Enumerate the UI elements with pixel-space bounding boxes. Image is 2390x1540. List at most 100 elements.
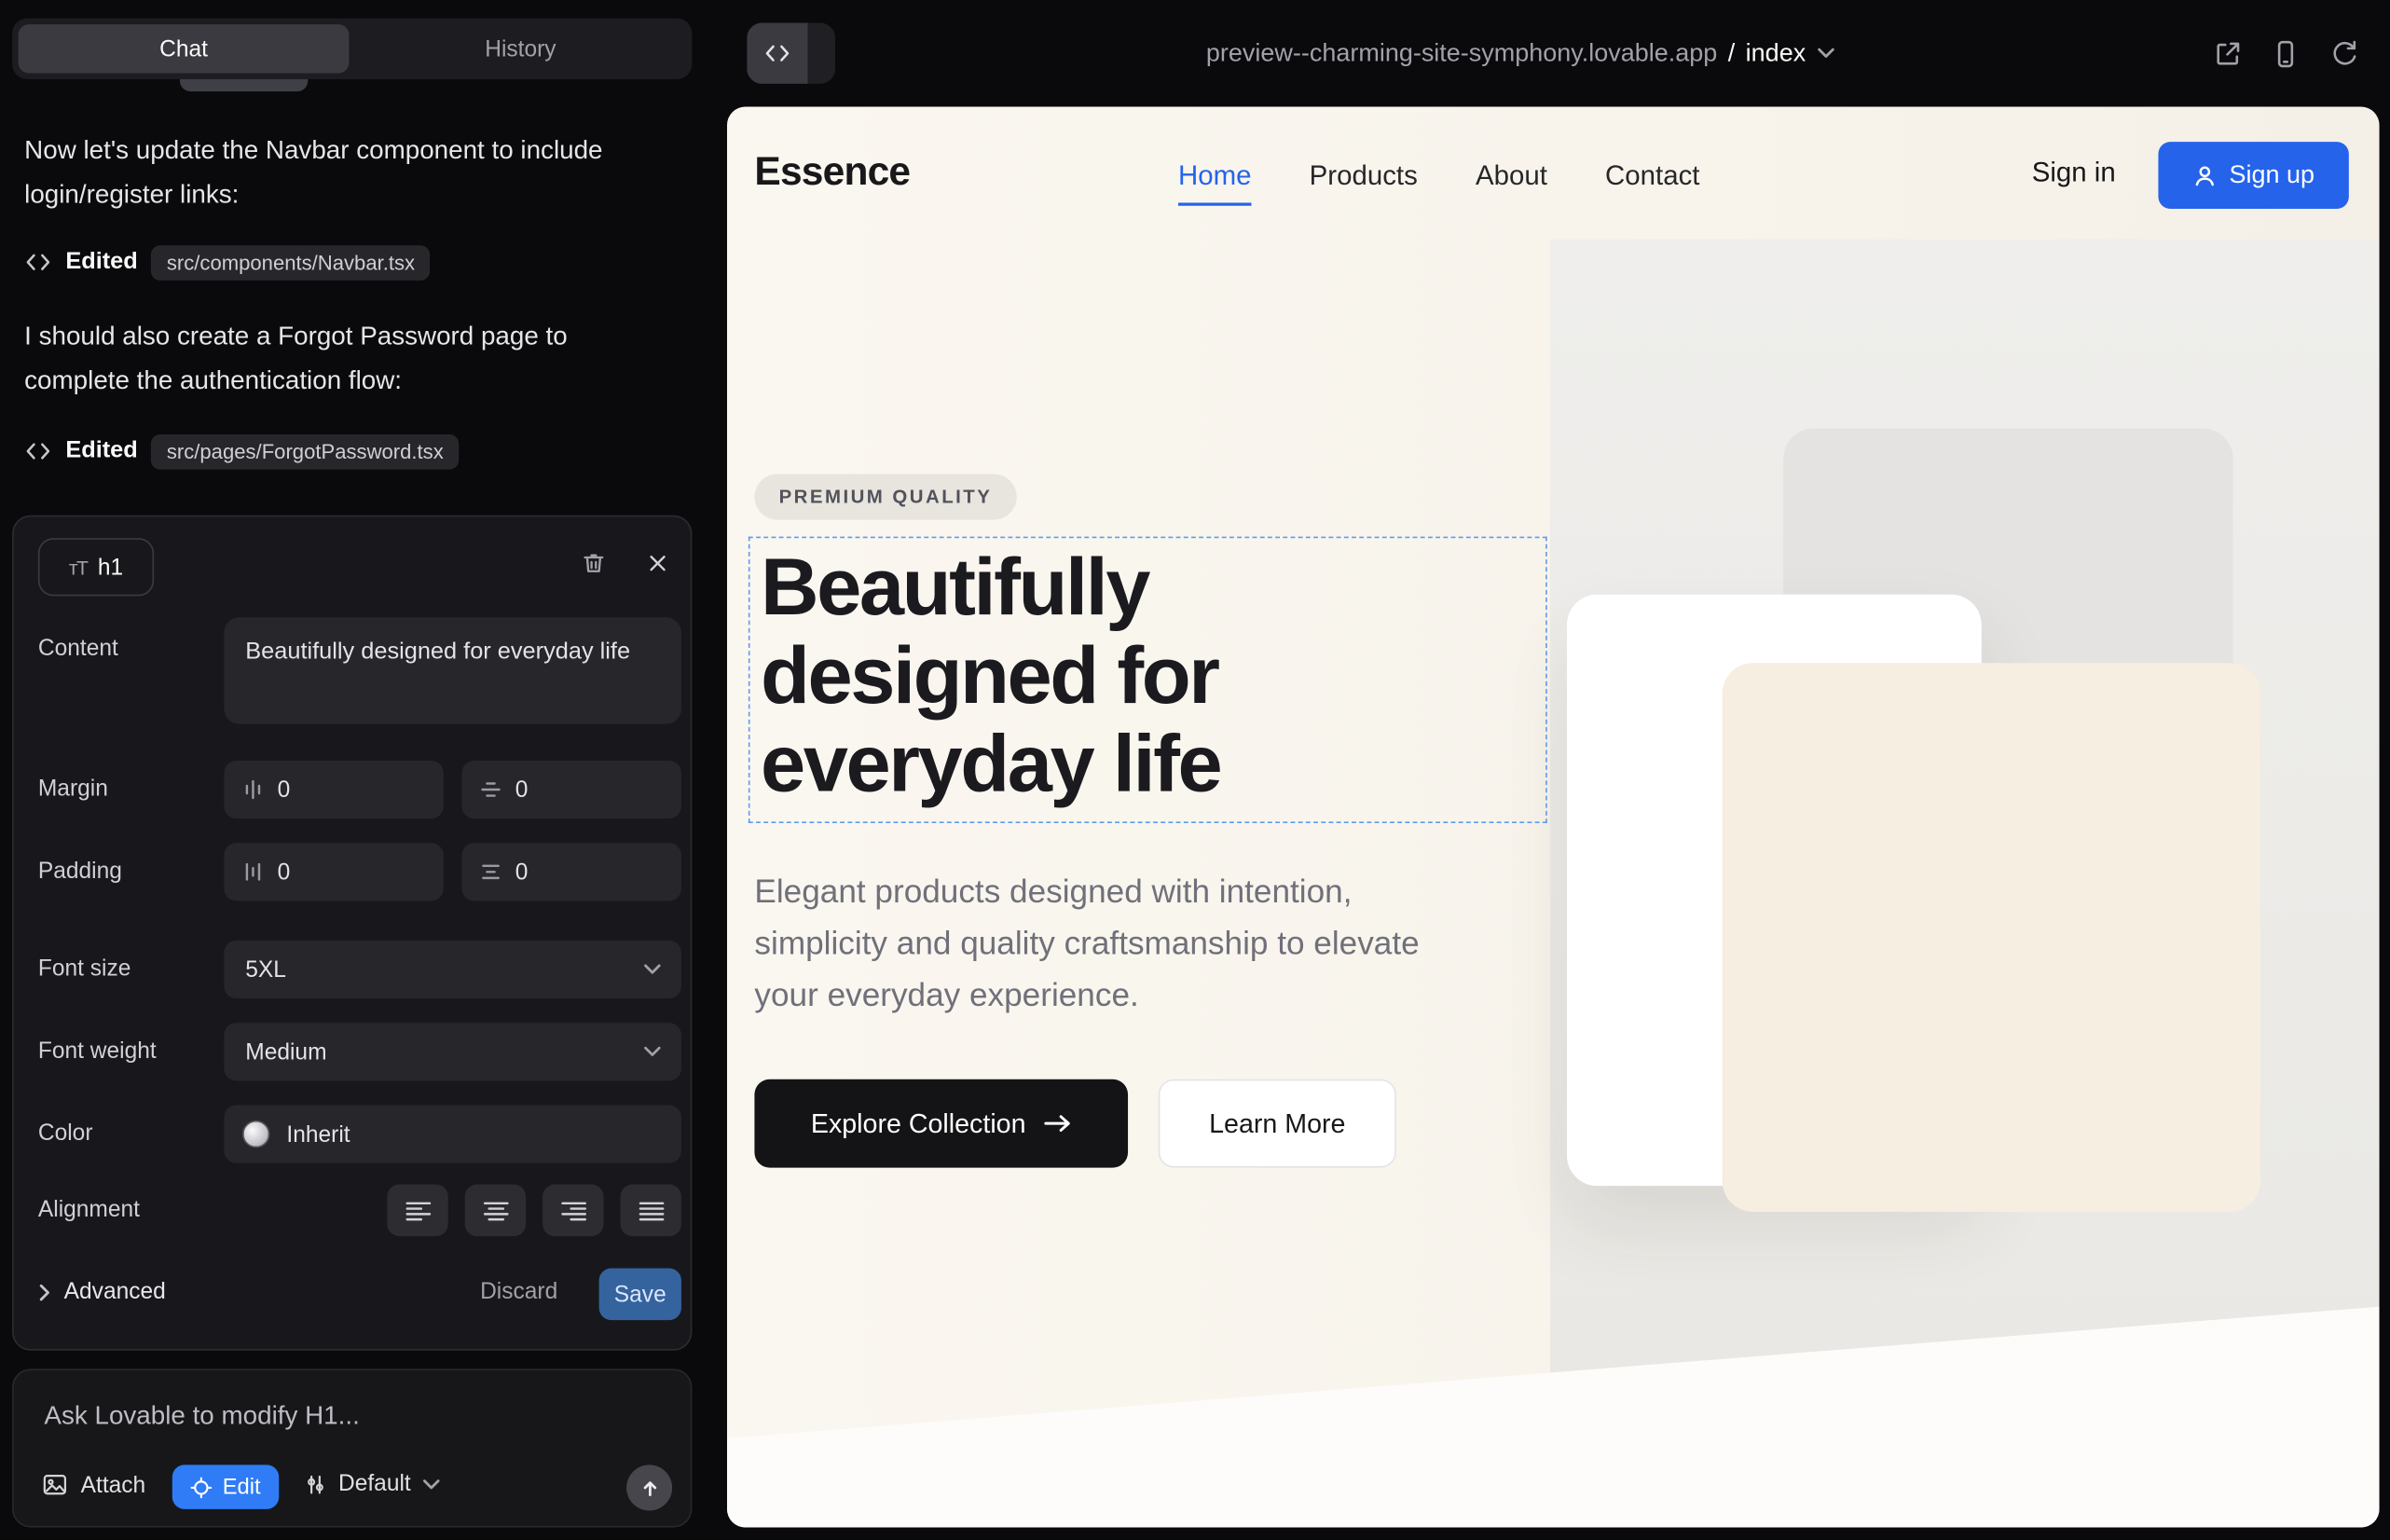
chevron-down-icon [643,963,662,975]
sign-up-label: Sign up [2230,161,2315,190]
font-weight-select[interactable]: Medium [224,1023,681,1080]
preview-panel: preview--charming-site-symphony.lovable.… [727,0,2390,1540]
color-label: Color [38,1121,93,1147]
discard-button[interactable]: Discard [480,1279,557,1305]
color-swatch [242,1121,269,1148]
edited-file-row: Edited src/pages/ForgotPassword.tsx [24,432,459,472]
content-input[interactable]: Beautifully designed for everyday life [224,617,681,723]
align-center-icon [483,1201,509,1220]
align-left-icon [405,1201,431,1220]
margin-vertical-value: 0 [278,777,291,803]
align-center-button[interactable] [465,1185,526,1237]
margin-label: Margin [38,776,108,802]
sign-up-button[interactable]: Sign up [2158,142,2348,209]
file-chip[interactable]: src/pages/ForgotPassword.tsx [151,433,459,469]
selected-h1-outline[interactable]: Beautifully designed for everyday life [749,537,1547,823]
chat-history-tabbar: Chat History [12,19,692,79]
code-view-toggle[interactable] [747,23,835,84]
mobile-icon[interactable] [2270,38,2301,70]
user-icon [2192,164,2216,187]
font-size-label: Font size [38,956,131,982]
chat-panel: Chat History Now let's update the Navbar… [0,0,725,1540]
site-preview: Essence Home Products About Contact Sign… [727,106,2380,1527]
padding-vertical-value: 0 [278,859,291,885]
chat-message: I should also create a Forgot Password p… [24,314,603,403]
align-justify-button[interactable] [621,1185,681,1237]
margin-vertical-input[interactable]: 0 [224,761,443,818]
site-logo[interactable]: Essence [754,148,910,196]
color-select[interactable]: Inherit [224,1106,681,1163]
nav-link-home[interactable]: Home [1178,159,1252,205]
learn-more-button[interactable]: Learn More [1159,1079,1396,1168]
font-weight-value: Medium [245,1038,326,1065]
url-bar[interactable]: preview--charming-site-symphony.lovable.… [833,0,2206,106]
edited-label: Edited [65,437,137,464]
explore-collection-button[interactable]: Explore Collection [754,1079,1128,1168]
code-icon [24,437,51,464]
lovable-app: Chat History Now let's update the Navbar… [0,0,2390,1540]
color-value: Inherit [286,1121,350,1148]
advanced-toggle[interactable]: Advanced [38,1279,166,1305]
composer[interactable]: Ask Lovable to modify H1... Attach Edit … [12,1368,692,1527]
code-icon [24,249,51,276]
chevron-down-icon [643,1046,662,1058]
file-chip[interactable]: src/components/Navbar.tsx [151,244,430,280]
default-label: Default [338,1471,411,1497]
hero-heading[interactable]: Beautifully designed for everyday life [750,538,1340,809]
nav-link-products[interactable]: Products [1310,159,1418,191]
refresh-icon[interactable] [2328,38,2359,70]
text-size-icon: тT [69,556,87,579]
toolbar-actions [2212,38,2360,70]
send-button[interactable] [626,1464,672,1510]
margin-horizontal-icon [480,779,501,801]
hero-paragraph: Elegant products designed with intention… [754,866,1474,1022]
align-left-button[interactable] [387,1185,447,1237]
margin-horizontal-input[interactable]: 0 [461,761,680,818]
font-size-select[interactable]: 5XL [224,941,681,998]
align-right-button[interactable] [543,1185,603,1237]
url-page: index [1746,39,1806,68]
padding-vertical-icon [242,861,264,883]
model-default-select[interactable]: Default [303,1471,439,1497]
chevron-down-icon [1817,48,1835,60]
trash-icon [579,548,608,577]
padding-horizontal-input[interactable]: 0 [461,843,680,901]
nav-link-contact[interactable]: Contact [1605,159,1699,191]
padding-label: Padding [38,859,122,885]
alignment-label: Alignment [38,1197,140,1223]
attach-button[interactable]: Attach [41,1471,145,1498]
margin-horizontal-value: 0 [515,777,529,803]
padding-vertical-input[interactable]: 0 [224,843,443,901]
margin-vertical-icon [242,779,264,801]
url-separator: / [1728,39,1736,68]
font-size-value: 5XL [245,956,286,983]
edited-label: Edited [65,249,137,276]
save-button[interactable]: Save [599,1268,681,1320]
advanced-label: Advanced [64,1279,166,1305]
edit-mode-button[interactable]: Edit [172,1464,279,1508]
code-toggle-track [808,23,835,84]
arrow-right-icon [1044,1114,1071,1133]
delete-element-button[interactable] [574,544,611,581]
external-link-icon[interactable] [2212,38,2244,70]
chevron-right-icon [38,1283,52,1301]
edit-target-icon [190,1477,212,1498]
tab-chat[interactable]: Chat [19,24,350,73]
edited-file-row: Edited src/components/Navbar.tsx [24,242,430,282]
composer-input[interactable]: Ask Lovable to modify H1... [44,1401,359,1432]
attach-label: Attach [81,1472,146,1498]
align-right-icon [560,1201,586,1220]
url-host: preview--charming-site-symphony.lovable.… [1206,39,1717,68]
sign-in-link[interactable]: Sign in [2032,157,2116,188]
tab-history[interactable]: History [355,24,686,73]
nav-link-about[interactable]: About [1476,159,1547,191]
chat-message: Now let's update the Navbar component to… [24,128,603,216]
padding-horizontal-value: 0 [515,859,529,885]
image-icon [41,1471,68,1498]
explore-collection-label: Explore Collection [811,1107,1026,1139]
content-label: Content [38,636,118,662]
nav-links: Home Products About Contact [1178,106,1699,243]
element-tag-pill[interactable]: тT h1 [38,538,154,596]
close-editor-button[interactable] [639,544,675,581]
element-editor: тT h1 Content Beautifully designed for e… [12,516,692,1351]
